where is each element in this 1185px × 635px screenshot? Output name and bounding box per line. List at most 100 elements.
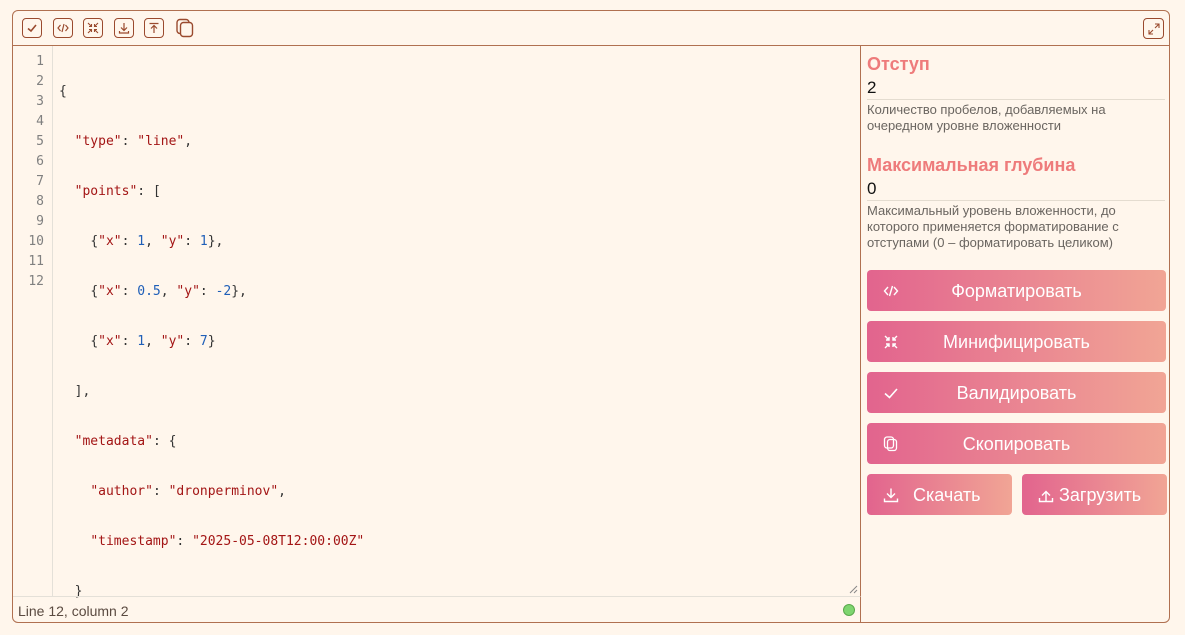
bracket: [	[152, 184, 161, 199]
resize-grip-icon[interactable]	[849, 585, 858, 594]
copy-label: Скопировать	[962, 434, 1071, 454]
json-key: "y"	[160, 334, 185, 349]
line-number: 5	[36, 134, 44, 149]
download-label: Скачать	[913, 485, 981, 505]
line-number-gutter: 1 2 3 4 5 6 7 8 9 10 11 12	[13, 46, 53, 596]
upload-label: Загрузить	[1059, 485, 1142, 505]
toolbar	[13, 11, 1169, 46]
format-label: Форматировать	[951, 281, 1082, 301]
json-string: "dronperminov"	[168, 484, 279, 499]
colon: :	[176, 534, 193, 549]
json-string: "line"	[137, 134, 185, 149]
bracket: ],	[74, 384, 91, 399]
comma: ,	[278, 484, 286, 499]
json-key: "type"	[74, 134, 122, 149]
line-number: 9	[36, 214, 44, 229]
indent-input[interactable]: 2	[867, 77, 1165, 100]
json-key: "x"	[98, 284, 122, 299]
json-key: "metadata"	[74, 434, 153, 449]
json-key: "points"	[74, 184, 138, 199]
line-number: 2	[36, 74, 44, 89]
comma: ,	[145, 234, 161, 249]
validate-button[interactable]: Валидировать	[867, 372, 1166, 413]
code-line: "points": [	[59, 182, 860, 202]
minify-button[interactable]: Минифицировать	[867, 321, 1166, 362]
indent-description: Количество пробелов, добавляемых на очер…	[867, 102, 1106, 133]
code-line: {	[59, 82, 860, 102]
download-icon	[883, 488, 899, 503]
validate-label: Валидировать	[956, 383, 1077, 403]
brace: },	[207, 234, 224, 249]
line-number: 8	[36, 194, 44, 209]
code-editor[interactable]: 1 2 3 4 5 6 7 8 9 10 11 12 { "type": "li…	[13, 46, 861, 599]
upload-icon	[1038, 490, 1054, 503]
code-line: "type": "line",	[59, 132, 860, 152]
code-text[interactable]: { "type": "line", "points": [ {"x": 1, "…	[59, 46, 860, 602]
code-line: ],	[59, 382, 860, 402]
copy-button[interactable]: Скопировать	[867, 423, 1166, 464]
json-string: "2025-05-08T12:00:00Z"	[192, 534, 365, 549]
json-number: 1	[137, 334, 146, 349]
options-panel: Отступ 2 Количество пробелов, добавляемы…	[861, 46, 1169, 622]
colon: :	[121, 284, 138, 299]
brace: {	[59, 84, 67, 99]
json-number: -2	[215, 284, 232, 299]
brace: {	[90, 334, 99, 349]
colon: :	[137, 184, 153, 199]
code-line: "metadata": {	[59, 432, 860, 452]
comma: ,	[184, 134, 193, 149]
minify-icon	[87, 22, 99, 34]
upload-icon	[149, 22, 159, 33]
max-depth-description: Максимальный уровень вложенности, до кот…	[867, 203, 1119, 250]
code-line: {"x": 1, "y": 7}	[59, 332, 860, 352]
brace: },	[231, 284, 247, 299]
colon: :	[121, 234, 138, 249]
code-line: "timestamp": "2025-05-08T12:00:00Z"	[59, 532, 860, 552]
colon: :	[152, 434, 169, 449]
copy-icon	[176, 18, 194, 38]
brace: {	[90, 284, 99, 299]
code-icon	[57, 23, 69, 33]
line-number: 12	[28, 274, 44, 289]
line-number: 7	[36, 174, 44, 189]
code-line: {"x": 1, "y": 1},	[59, 232, 860, 252]
colon: :	[121, 134, 138, 149]
toolbar-download-button[interactable]	[114, 18, 134, 38]
code-line: "author": "dronperminov",	[59, 482, 860, 502]
comma: ,	[160, 284, 177, 299]
brace: {	[168, 434, 177, 449]
toolbar-upload-button[interactable]	[144, 18, 164, 38]
colon: :	[199, 284, 216, 299]
colon: :	[121, 334, 138, 349]
fullscreen-button[interactable]	[1143, 18, 1164, 39]
check-icon	[27, 24, 37, 33]
json-key: "y"	[160, 234, 185, 249]
minify-label: Минифицировать	[943, 332, 1090, 352]
json-key: "x"	[98, 334, 122, 349]
max-depth-input[interactable]: 0	[867, 178, 1165, 201]
max-depth-title: Максимальная глубина	[867, 155, 1076, 175]
toolbar-minify-button[interactable]	[83, 18, 103, 38]
colon: :	[184, 234, 200, 249]
upload-button[interactable]: Загрузить	[1022, 474, 1167, 515]
format-button[interactable]: Форматировать	[867, 270, 1166, 311]
colon: :	[152, 484, 169, 499]
json-key: "author"	[90, 484, 153, 499]
toolbar-copy-button[interactable]	[174, 17, 196, 39]
line-number: 3	[36, 94, 44, 109]
toolbar-format-button[interactable]	[53, 18, 73, 38]
json-number: 7	[199, 334, 208, 349]
comma: ,	[145, 334, 161, 349]
brace: }	[207, 334, 216, 349]
download-button[interactable]: Скачать	[867, 474, 1012, 515]
line-number: 11	[28, 254, 44, 269]
download-icon	[118, 23, 130, 34]
toolbar-validate-button[interactable]	[22, 18, 42, 38]
json-formatter-app: 1 2 3 4 5 6 7 8 9 10 11 12 { "type": "li…	[12, 10, 1170, 623]
indent-title: Отступ	[867, 54, 930, 74]
cursor-position: Line 12, column 2	[18, 603, 129, 619]
brace: {	[90, 234, 99, 249]
json-number: 0.5	[137, 284, 161, 299]
json-key: "x"	[98, 234, 122, 249]
line-number: 10	[28, 234, 44, 249]
